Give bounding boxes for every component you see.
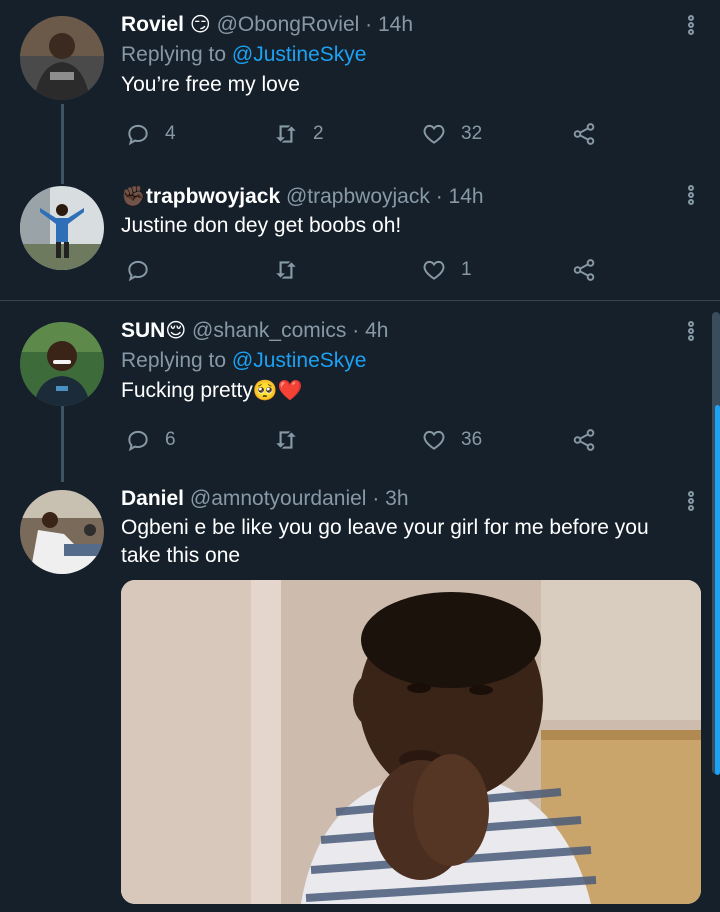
retweet-button[interactable] (273, 425, 299, 455)
reply-button[interactable]: 6 (125, 425, 176, 455)
retweet-icon (276, 261, 296, 279)
tweet-actions: 1 (121, 255, 611, 285)
tweet-actions: 6 36 (121, 425, 611, 455)
share-button[interactable] (571, 119, 597, 149)
reply-button[interactable]: 4 (125, 119, 176, 149)
tweet-actions: 4 2 32 (121, 119, 611, 149)
replying-to: Replying to @JustineSkye (121, 349, 367, 372)
user-handle[interactable]: @ObongRoviel (217, 13, 360, 36)
tweet-trapbwoyjack[interactable]: ✊🏿trapbwoyjack @trapbwoyjack · 14h Justi… (0, 170, 720, 300)
like-count: 32 (461, 123, 483, 144)
avatar-daniel[interactable] (20, 490, 104, 574)
heart-icon (423, 430, 445, 450)
reply-count: 4 (165, 123, 176, 144)
user-handle[interactable]: @trapbwoyjack (286, 185, 430, 208)
tweet-media-image[interactable] (121, 580, 701, 904)
name-emoji: ✊🏿 (121, 186, 146, 208)
like-button[interactable]: 36 (421, 425, 482, 455)
user-handle[interactable]: @shank_comics (192, 319, 346, 342)
reply-icon (128, 124, 148, 146)
display-name[interactable]: Daniel (121, 487, 184, 510)
timestamp[interactable]: · 3h (372, 487, 408, 510)
reply-icon (128, 260, 148, 282)
heart-icon (423, 260, 445, 280)
tweet-roviel[interactable]: Roviel 😏 @ObongRoviel · 14h Replying to … (0, 0, 720, 184)
text-emoji: 🥺❤️ (252, 380, 303, 402)
more-options-icon[interactable] (686, 320, 696, 346)
share-icon (573, 123, 595, 145)
tweet-sun[interactable]: SUN😌 @shank_comics · 4h Replying to @Jus… (0, 306, 720, 482)
reply-button[interactable] (125, 255, 151, 285)
thread-divider (0, 300, 720, 301)
share-button[interactable] (571, 255, 597, 285)
like-button[interactable]: 32 (421, 119, 482, 149)
retweet-icon (276, 431, 296, 449)
tweet-text: Fucking pretty🥺❤️ (121, 379, 303, 402)
display-name[interactable]: Roviel (121, 13, 184, 36)
more-options-icon[interactable] (686, 184, 696, 210)
replying-to: Replying to @JustineSkye (121, 43, 367, 66)
retweet-button[interactable] (273, 255, 299, 285)
name-emoji: 😏 (189, 14, 211, 36)
tweet-text: Justine don dey get boobs oh! (121, 214, 402, 237)
reply-icon (128, 430, 148, 452)
avatar-trapbwoyjack[interactable] (20, 186, 104, 270)
reply-count: 6 (165, 429, 176, 450)
share-icon (573, 259, 595, 281)
share-button[interactable] (571, 425, 597, 455)
retweet-icon (276, 125, 296, 143)
retweet-button[interactable]: 2 (273, 119, 324, 149)
timestamp[interactable]: · 4h (352, 319, 388, 342)
share-icon (573, 429, 595, 451)
tweet-text: Ogbeni e be like you go leave your girl … (121, 516, 649, 567)
retweet-count: 2 (313, 123, 324, 144)
display-name[interactable]: trapbwoyjack (146, 185, 280, 208)
scrollbar-thumb[interactable] (715, 405, 720, 775)
timestamp[interactable]: · 14h (365, 13, 413, 36)
more-options-icon[interactable] (686, 14, 696, 40)
mention-link[interactable]: @JustineSkye (232, 349, 367, 372)
avatar-sun[interactable] (20, 322, 104, 406)
heart-icon (423, 124, 445, 144)
avatar-roviel[interactable] (20, 16, 104, 100)
like-count: 36 (461, 429, 483, 450)
like-button[interactable]: 1 (421, 255, 472, 285)
tweet-text: You’re free my love (121, 73, 300, 96)
timestamp[interactable]: · 14h (436, 185, 484, 208)
name-emoji: 😌 (165, 320, 187, 342)
thread-line (61, 406, 64, 482)
like-count: 1 (461, 259, 472, 280)
more-options-icon[interactable] (686, 490, 696, 516)
user-handle[interactable]: @amnotyourdaniel (190, 487, 367, 510)
display-name[interactable]: SUN (121, 319, 165, 342)
mention-link[interactable]: @JustineSkye (232, 43, 367, 66)
